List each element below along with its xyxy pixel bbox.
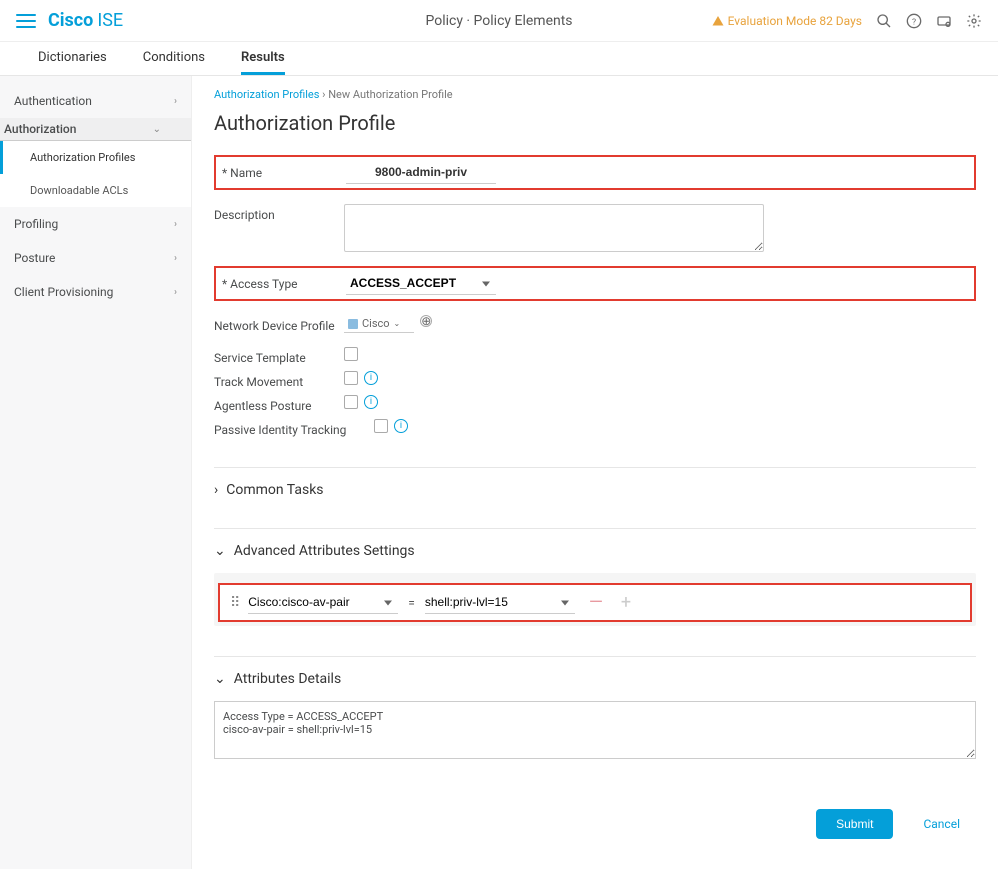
svg-text:?: ? bbox=[912, 17, 916, 27]
access-type-row: * Access Type ACCESS_ACCEPT bbox=[214, 266, 976, 301]
add-ndp-icon[interactable]: ⊕ bbox=[420, 315, 432, 327]
name-input[interactable] bbox=[346, 161, 496, 184]
sidebar-label: Client Provisioning bbox=[14, 285, 113, 299]
ndp-select[interactable]: Cisco ⌄ bbox=[344, 315, 414, 333]
aas-val-wrap bbox=[425, 591, 575, 614]
common-tasks-label: Common Tasks bbox=[226, 482, 323, 498]
chevron-right-icon: › bbox=[174, 287, 177, 298]
nav-tabs: Dictionaries Conditions Results bbox=[0, 42, 998, 76]
chevron-right-icon: › bbox=[174, 219, 177, 230]
cisco-icon bbox=[348, 319, 358, 329]
passive-identity-checkbox[interactable] bbox=[374, 419, 388, 433]
chevron-right-icon: › bbox=[174, 96, 177, 107]
track-movement-row: Track Movement i bbox=[214, 371, 976, 389]
service-template-checkbox[interactable] bbox=[344, 347, 358, 361]
chevron-down-icon: ⌄ bbox=[153, 124, 161, 135]
passive-identity-row: Passive Identity Tracking i bbox=[214, 419, 976, 437]
sidebar-client-provisioning[interactable]: Client Provisioning › bbox=[0, 275, 191, 309]
sidebar-posture[interactable]: Posture › bbox=[0, 241, 191, 275]
sidebar-downloadable-acls[interactable]: Downloadable ACLs bbox=[0, 174, 191, 207]
description-row: Description bbox=[214, 204, 976, 252]
sidebar: Authentication › Authorization ⌄ Authoriza… bbox=[0, 76, 192, 869]
track-movement-checkbox[interactable] bbox=[344, 371, 358, 385]
attr-details-header[interactable]: ⌄ Attributes Details bbox=[214, 671, 976, 687]
name-label: * Name bbox=[222, 166, 346, 180]
topbar: Cisco ISE Policy · Policy Elements Evalu… bbox=[0, 0, 998, 42]
chevron-down-icon: ⌄ bbox=[394, 319, 401, 328]
chevron-down-icon: ⌄ bbox=[214, 671, 226, 687]
sidebar-label: Authentication bbox=[14, 94, 92, 108]
agentless-posture-checkbox[interactable] bbox=[344, 395, 358, 409]
page-title: Policy · Policy Elements bbox=[425, 13, 572, 29]
content: Authorization Profiles › New Authorizati… bbox=[192, 76, 998, 869]
pit-label: Passive Identity Tracking bbox=[214, 419, 374, 437]
submit-button[interactable]: Submit bbox=[816, 809, 893, 839]
ops-icon[interactable] bbox=[936, 13, 952, 29]
access-type-label: * Access Type bbox=[222, 277, 346, 291]
sidebar-auth-profiles[interactable]: Authorization Profiles bbox=[0, 141, 191, 174]
sidebar-label: Posture bbox=[14, 251, 55, 265]
chevron-right-icon: › bbox=[214, 482, 218, 498]
aas-block: ⠿ = — + bbox=[214, 573, 976, 626]
eval-text: Evaluation Mode 82 Days bbox=[728, 14, 862, 28]
aas-attribute-select[interactable] bbox=[248, 591, 398, 614]
warning-icon bbox=[712, 15, 724, 27]
search-icon[interactable] bbox=[876, 13, 892, 29]
ndp-value: Cisco bbox=[362, 317, 390, 330]
st-label: Service Template bbox=[214, 347, 344, 365]
brand-cisco: Cisco bbox=[48, 10, 93, 31]
ndp-row: Network Device Profile Cisco ⌄ ⊕ bbox=[214, 315, 976, 333]
sidebar-label: Authorization bbox=[4, 122, 76, 136]
sidebar-authentication[interactable]: Authentication › bbox=[0, 84, 191, 118]
breadcrumb-root[interactable]: Authorization Profiles bbox=[214, 88, 319, 101]
breadcrumb: Authorization Profiles › New Authorizati… bbox=[214, 88, 976, 101]
tm-label: Track Movement bbox=[214, 371, 344, 389]
aas-attr-wrap bbox=[248, 591, 398, 614]
aas-row: ⠿ = — + bbox=[218, 583, 972, 622]
attr-details-box: Access Type = ACCESS_ACCEPT cisco-av-pai… bbox=[214, 701, 976, 759]
sidebar-profiling[interactable]: Profiling › bbox=[0, 207, 191, 241]
help-icon[interactable]: ? bbox=[906, 13, 922, 29]
description-input[interactable] bbox=[344, 204, 764, 252]
page-heading: Authorization Profile bbox=[214, 111, 976, 135]
cancel-button[interactable]: Cancel bbox=[923, 817, 960, 831]
aas-value-input[interactable] bbox=[425, 591, 575, 614]
tab-dictionaries[interactable]: Dictionaries bbox=[20, 42, 125, 75]
add-row-icon[interactable]: + bbox=[617, 592, 635, 613]
tab-conditions[interactable]: Conditions bbox=[125, 42, 223, 75]
aas-header[interactable]: ⌄ Advanced Attributes Settings bbox=[214, 543, 976, 559]
service-template-row: Service Template bbox=[214, 347, 976, 365]
divider bbox=[214, 656, 976, 657]
sidebar-label: Profiling bbox=[14, 217, 58, 231]
eval-badge[interactable]: Evaluation Mode 82 Days bbox=[712, 14, 862, 28]
attr-details-label: Attributes Details bbox=[234, 671, 341, 687]
name-row: * Name bbox=[214, 155, 976, 190]
ap-label: Agentless Posture bbox=[214, 395, 344, 413]
equals-label: = bbox=[408, 596, 415, 610]
drag-handle-icon[interactable]: ⠿ bbox=[230, 595, 238, 611]
remove-row-icon[interactable]: — bbox=[585, 592, 607, 613]
brand-ise: ISE bbox=[97, 10, 123, 31]
agentless-posture-row: Agentless Posture i bbox=[214, 395, 976, 413]
hamburger-icon[interactable] bbox=[16, 11, 36, 31]
gear-icon[interactable] bbox=[966, 13, 982, 29]
info-icon[interactable]: i bbox=[394, 419, 408, 433]
access-type-select-wrap: ACCESS_ACCEPT bbox=[346, 272, 496, 295]
divider bbox=[214, 467, 976, 468]
common-tasks-header[interactable]: › Common Tasks bbox=[214, 482, 976, 498]
info-icon[interactable]: i bbox=[364, 395, 378, 409]
sidebar-authorization[interactable]: Authorization ⌄ bbox=[0, 118, 191, 141]
access-type-select[interactable]: ACCESS_ACCEPT bbox=[346, 272, 496, 295]
ndp-label: Network Device Profile bbox=[214, 315, 344, 333]
action-buttons: Submit Cancel bbox=[214, 809, 976, 839]
chevron-right-icon: › bbox=[174, 253, 177, 264]
description-label: Description bbox=[214, 204, 344, 222]
aas-label: Advanced Attributes Settings bbox=[234, 543, 415, 559]
chevron-down-icon: ⌄ bbox=[214, 543, 226, 559]
tab-results[interactable]: Results bbox=[223, 42, 303, 75]
divider bbox=[214, 528, 976, 529]
breadcrumb-leaf: New Authorization Profile bbox=[328, 88, 452, 101]
info-icon[interactable]: i bbox=[364, 371, 378, 385]
